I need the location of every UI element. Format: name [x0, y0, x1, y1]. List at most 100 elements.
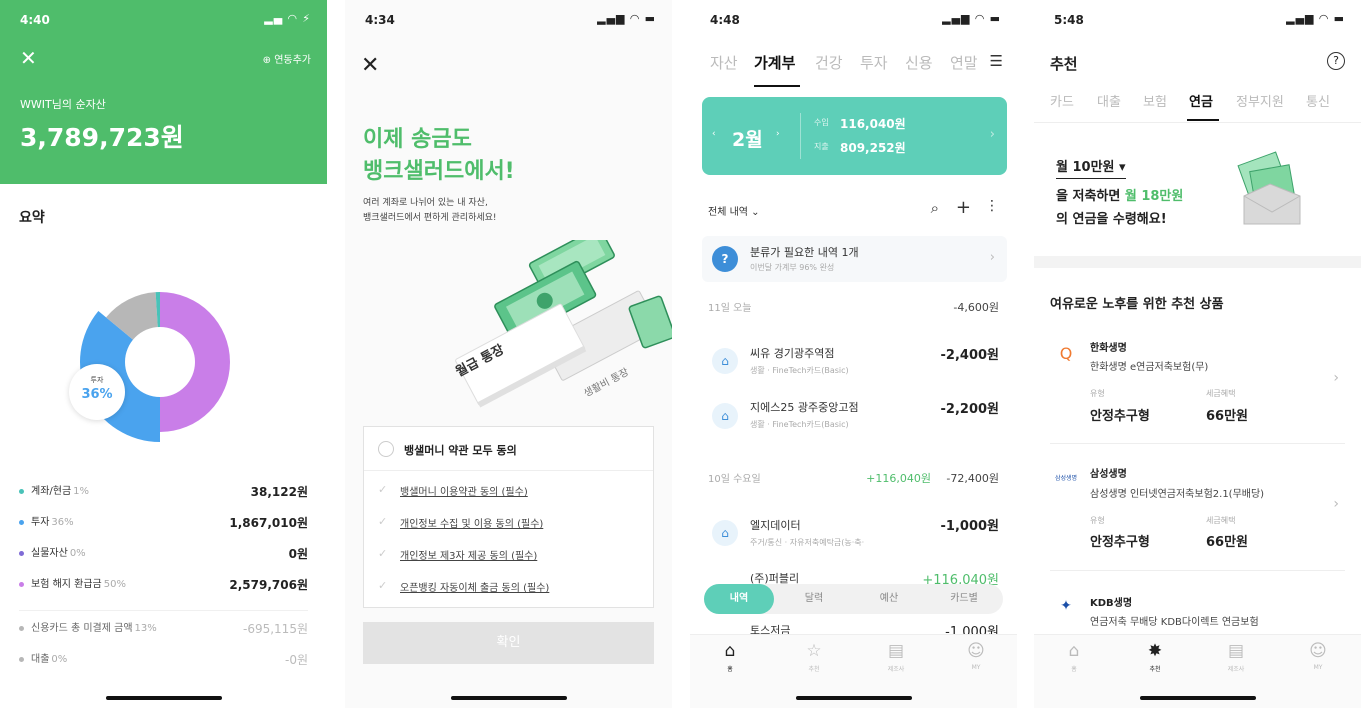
- transaction-amount: -2,200원: [940, 402, 999, 417]
- monthly-amount-select[interactable]: 월 10만원 ▾: [1056, 156, 1126, 179]
- seg-by-card[interactable]: 카드별: [929, 584, 999, 614]
- home-indicator: [450, 696, 567, 700]
- net-worth-header: 4:40 ▂▄ ◠ ⚡ ✕ ⊕ 연동추가 WWIT님의 순자산 3,789,72…: [0, 0, 327, 184]
- banner-line-2: 을 저축하면 월 18만원: [1056, 189, 1184, 204]
- nav-document[interactable]: ▤ 제조사: [1216, 641, 1256, 673]
- legend-dot: [19, 550, 24, 556]
- nav-recommend[interactable]: ✸ 추천: [1135, 641, 1175, 673]
- nav-my[interactable]: ☺ MY: [956, 641, 996, 671]
- banner-line-3: 의 연금을 수령해요!: [1056, 212, 1167, 227]
- transaction-sub: 주거/통신 · 자유저축예탁금(농·축·: [750, 538, 865, 547]
- search-icon[interactable]: ⌕: [931, 199, 939, 217]
- add-icon[interactable]: +: [956, 197, 971, 218]
- filter-dropdown[interactable]: 전체 내역 ⌄: [708, 203, 760, 218]
- product-name[interactable]: 연금저축 무배당 KDB다이렉트 연금보험: [1090, 613, 1259, 628]
- document-icon: ▤: [887, 641, 905, 661]
- tab-pension[interactable]: 연금: [1189, 91, 1213, 110]
- month-label: 2월: [732, 129, 763, 151]
- house-icon: ⌂: [712, 520, 738, 546]
- legend-pct: 13%: [134, 623, 157, 634]
- add-connection-button[interactable]: ⊕ 연동추가: [263, 51, 311, 66]
- status-time: 4:40: [20, 13, 50, 27]
- next-month-icon[interactable]: ›: [776, 129, 780, 139]
- legend-value: -695,115원: [243, 622, 308, 636]
- legend-row[interactable]: 보험 해지 환급금 50% 2,579,706원: [19, 577, 308, 593]
- product-name[interactable]: 삼성생명 인터넷연금저축보험2.1(무배당): [1090, 485, 1264, 500]
- help-icon[interactable]: ?: [1327, 52, 1345, 70]
- transaction-title[interactable]: 씨유 경기광주역점: [750, 345, 834, 361]
- star-icon: ✸: [1147, 641, 1163, 661]
- headline: 이제 송금도 뱅크샐러드에서!: [363, 124, 515, 188]
- consent-item[interactable]: ✓ 개인정보 제3자 제공 동의 (필수): [378, 547, 537, 562]
- legend-row[interactable]: 계좌/현금 1% 38,122원: [19, 484, 308, 500]
- screen-transfer-onboarding: 4:34 ▂▄▆ ◠ ▬ ✕ 이제 송금도 뱅크샐러드에서! 여러 계좌로 나뉘…: [345, 0, 672, 708]
- tab-telecom[interactable]: 통신: [1306, 91, 1330, 110]
- chevron-down-icon: ⌄: [751, 207, 760, 218]
- tab-gov-support[interactable]: 정부지원: [1236, 91, 1284, 110]
- tab-assets[interactable]: 자산: [710, 52, 738, 73]
- product-company: 삼성생명: [1090, 469, 1127, 480]
- seg-calendar[interactable]: 달력: [779, 584, 849, 614]
- income-label: 수입: [814, 118, 829, 127]
- tab-yearend[interactable]: 연말: [950, 52, 978, 73]
- chevron-right-icon[interactable]: ›: [1333, 370, 1339, 386]
- agree-all-label[interactable]: 뱅샐머니 약관 모두 동의: [404, 442, 517, 458]
- pending-title: 분류가 필요한 내역 1개: [750, 246, 859, 259]
- divider: [1050, 570, 1345, 571]
- expense-value: 809,252원: [840, 141, 906, 155]
- legend-row[interactable]: 실물자산 0% 0원: [19, 546, 308, 562]
- nav-recommend[interactable]: ☆ 추천: [794, 641, 834, 673]
- transaction-title[interactable]: 지에스25 광주중앙고점: [750, 399, 859, 415]
- tab-card[interactable]: 카드: [1050, 91, 1074, 110]
- legend-value: 0원: [288, 547, 308, 561]
- close-icon[interactable]: ✕: [361, 53, 379, 78]
- chevron-right-icon[interactable]: ›: [990, 127, 995, 142]
- tab-loan[interactable]: 대출: [1097, 91, 1121, 110]
- subtext-line-2: 뱅크샐러드에서 편하게 관리하세요!: [363, 213, 497, 223]
- settings-sliders-icon[interactable]: ☰: [990, 52, 1003, 70]
- legend-label: 보험 해지 환급금: [31, 579, 102, 590]
- donut-callout-pct: 36%: [81, 387, 113, 402]
- divider: [1050, 443, 1345, 444]
- status-icons: ▂▄▆ ◠ ▬: [1286, 12, 1345, 25]
- headline-line-1: 이제 송금도: [363, 127, 472, 152]
- screen-household-ledger: 4:48 ▂▄▆ ◠ ▬ 자산 가계부 건강 투자 신용 연말 ☰ ‹ 2월 ›…: [690, 0, 1017, 708]
- chevron-right-icon[interactable]: ›: [1333, 496, 1339, 512]
- tab-ledger[interactable]: 가계부: [754, 52, 795, 73]
- product-name[interactable]: 한화생명 e연금저축보험(무): [1090, 358, 1208, 373]
- legend-row[interactable]: 투자 36% 1,867,010원: [19, 515, 308, 531]
- seg-list[interactable]: 내역: [704, 584, 774, 614]
- nav-my[interactable]: ☺ MY: [1298, 641, 1338, 671]
- prev-month-icon[interactable]: ‹: [712, 129, 716, 139]
- day-header-today: 11일 오늘: [708, 303, 752, 314]
- tab-invest[interactable]: 투자: [860, 52, 888, 73]
- legend-row[interactable]: 신용카드 총 미결제 금액 13% -695,115원: [19, 621, 308, 637]
- status-bar: 5:48 ▂▄▆ ◠ ▬: [1034, 0, 1361, 40]
- confirm-button[interactable]: 확인: [363, 622, 654, 664]
- product-tax-label: 세금혜택: [1206, 389, 1236, 398]
- legend-value: 38,122원: [250, 485, 308, 499]
- consent-item[interactable]: ✓ 오픈뱅킹 자동이체 출금 동의 (필수): [378, 579, 549, 594]
- tab-health[interactable]: 건강: [815, 52, 843, 73]
- agree-all-radio[interactable]: [378, 441, 394, 457]
- legend-value: -0원: [284, 653, 308, 667]
- consent-item[interactable]: ✓ 뱅샐머니 이용약관 동의 (필수): [378, 483, 528, 498]
- legend-dot: [19, 488, 24, 494]
- consent-item[interactable]: ✓ 개인정보 수집 및 이용 동의 (필수): [378, 515, 543, 530]
- nav-home[interactable]: ⌂ 홈: [710, 641, 750, 673]
- legend-row[interactable]: 대출 0% -0원: [19, 652, 308, 668]
- close-icon[interactable]: ✕: [20, 46, 37, 70]
- nav-home[interactable]: ⌂ 홈: [1054, 641, 1094, 673]
- consent-label: 뱅샐머니 이용약관 동의 (필수): [400, 487, 528, 498]
- tab-credit[interactable]: 신용: [905, 52, 933, 73]
- tab-insurance[interactable]: 보험: [1143, 91, 1167, 110]
- more-icon[interactable]: ⋮: [985, 198, 999, 214]
- legend-label: 실물자산: [31, 548, 68, 559]
- hanwha-logo-icon: Q: [1059, 344, 1073, 363]
- samsung-logo-icon: 삼성생명: [1054, 475, 1078, 482]
- nav-document[interactable]: ▤ 제조사: [876, 641, 916, 673]
- ledger-view-switch: 내역 달력 예산 카드별: [704, 584, 1003, 614]
- transaction-title[interactable]: 엘지데이터: [750, 517, 801, 533]
- seg-budget[interactable]: 예산: [854, 584, 924, 614]
- legend-pct: 50%: [103, 579, 126, 590]
